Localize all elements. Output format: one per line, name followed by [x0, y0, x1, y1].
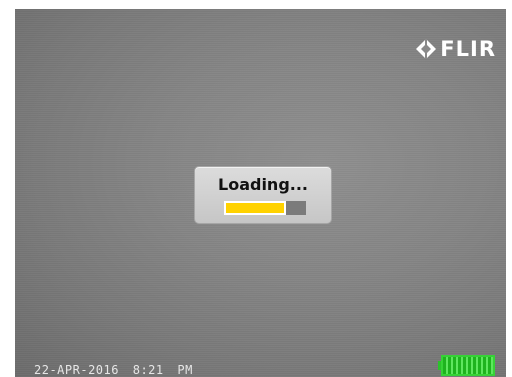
date-text: 22-APR-2016 [34, 363, 119, 377]
loading-progress-fill [224, 201, 286, 215]
status-bar: 22-APR-2016 8:21 PM [15, 355, 506, 377]
logo-text: FLIR [440, 37, 496, 61]
date-time-readout: 22-APR-2016 8:21 PM [34, 364, 193, 377]
battery-body [441, 355, 495, 376]
loading-dialog: Loading... [194, 166, 332, 224]
loading-progress-bar [224, 201, 306, 215]
flir-diamond-icon [416, 39, 437, 59]
loading-label: Loading... [218, 175, 308, 194]
battery-full-icon [438, 355, 496, 376]
flir-logo: FLIR [415, 38, 496, 60]
time-text: 8:21 PM [132, 363, 193, 377]
thermal-camera-screen: FLIR Loading... 22-APR-2016 8:21 PM [15, 9, 506, 377]
